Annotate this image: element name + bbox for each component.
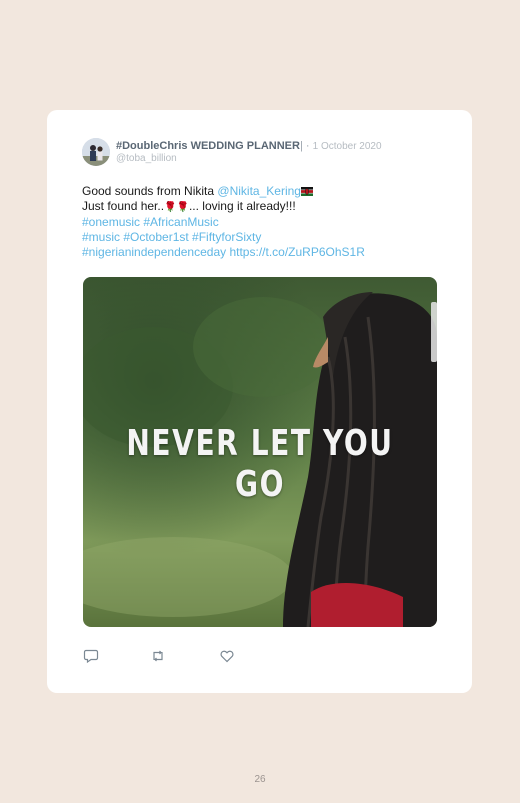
reply-icon[interactable] bbox=[83, 648, 99, 664]
tweet-text: Good sounds from Nikita @Nikita_Kering J… bbox=[82, 184, 442, 260]
author-handle[interactable]: @toba_billion bbox=[116, 153, 177, 165]
mention-link[interactable]: @Nikita_Kering bbox=[217, 184, 301, 198]
hashtags-line2[interactable]: #music #October1st #FiftyforSixty bbox=[82, 230, 261, 244]
tweet-text-line2-start: Just found her.. bbox=[82, 199, 165, 213]
page-number: 26 bbox=[254, 774, 266, 785]
video-caption: NEVER LET YOU GO bbox=[126, 423, 394, 505]
author-name[interactable]: #DoubleChris WEDDING PLANNER bbox=[116, 140, 300, 152]
tweet-text-line2-end: ... loving it already!!! bbox=[188, 199, 296, 213]
kenya-flag-icon bbox=[300, 187, 313, 196]
tweet-video[interactable]: NEVER LET YOU GO bbox=[83, 277, 437, 627]
retweet-icon[interactable] bbox=[150, 648, 166, 664]
separator: | · bbox=[299, 140, 313, 152]
tweet-text-part1: Good sounds from Nikita bbox=[82, 184, 218, 198]
hashtags-line1[interactable]: #onemusic #AfricanMusic bbox=[82, 215, 219, 229]
tweet-card: #DoubleChris WEDDING PLANNER| · 1 Octobe… bbox=[47, 110, 472, 693]
rose-icon: 🌹🌹 bbox=[164, 202, 189, 213]
tweet-url-link[interactable]: https://t.co/ZuRP6OhS1R bbox=[229, 245, 364, 259]
heart-icon[interactable] bbox=[219, 648, 235, 664]
avatar[interactable] bbox=[82, 138, 110, 166]
author-line: #DoubleChris WEDDING PLANNER| · 1 Octobe… bbox=[116, 139, 382, 154]
tweet-date[interactable]: 1 October 2020 bbox=[313, 141, 382, 152]
hashtags-line3[interactable]: #nigerianindependenceday bbox=[82, 245, 226, 259]
